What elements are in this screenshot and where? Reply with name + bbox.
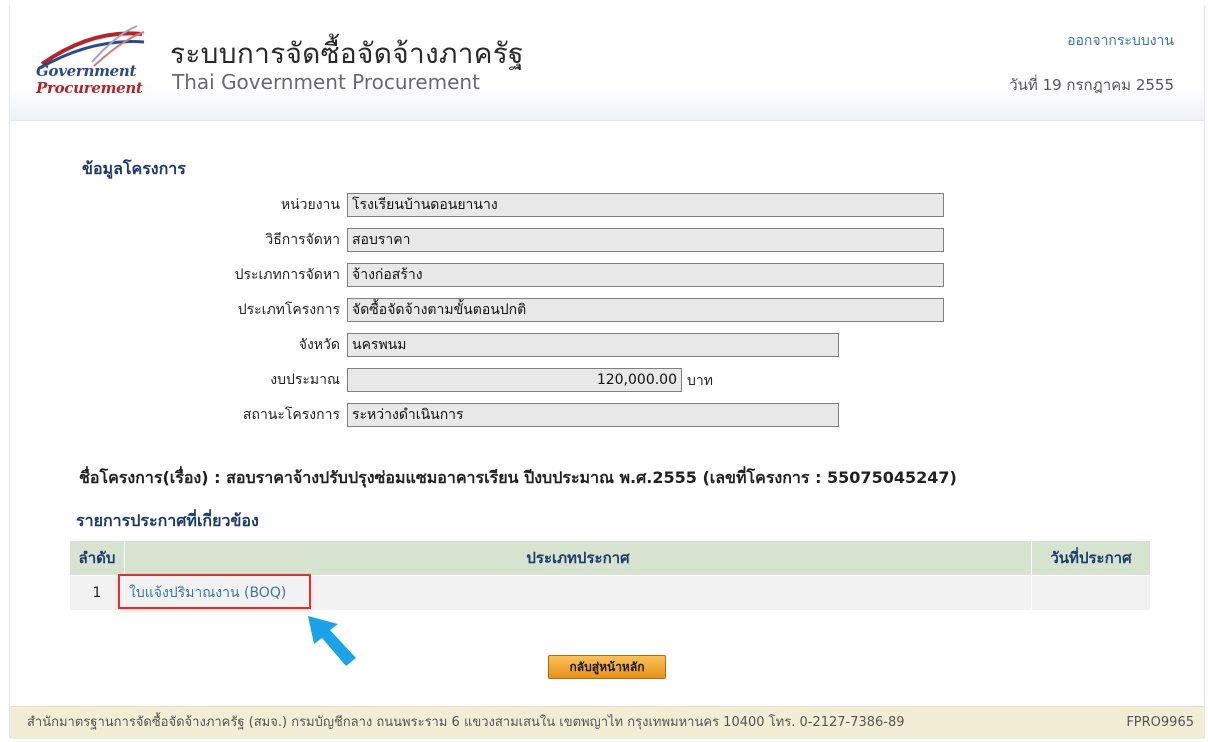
form-row-agency: หน่วยงาน	[10, 193, 340, 217]
column-header-date: วันที่ประกาศ	[1031, 540, 1151, 576]
field-label: ประเภทการจัดหา	[234, 267, 340, 283]
footer-address: สำนักมาตรฐานการจัดซื้อจัดจ้างภาครัฐ (สมจ…	[27, 715, 905, 730]
procurement-type-field: จ้างก่อสร้าง	[347, 263, 944, 287]
budget-unit: บาท	[687, 373, 713, 389]
budget-field: 120,000.00	[347, 368, 682, 392]
province-field: นครพนม	[347, 333, 839, 357]
field-label: สถานะโครงการ	[242, 407, 340, 423]
field-label: หน่วยงาน	[280, 197, 340, 213]
column-header-type: ประเภทประกาศ	[124, 540, 1032, 576]
back-to-home-button[interactable]: กลับสู่หน้าหลัก	[548, 655, 666, 679]
pointer-arrow-icon	[308, 616, 356, 666]
header: Government Procurement ระบบการจัดซื้อจัด…	[10, 6, 1204, 121]
field-label: งบประมาณ	[270, 372, 340, 388]
column-header-index: ลำดับ	[69, 540, 125, 576]
field-label: จังหวัด	[298, 337, 340, 353]
field-label: ประเภทโครงการ	[237, 302, 340, 318]
project-status-field: ระหว่างดำเนินการ	[347, 403, 839, 427]
form-row-province: จังหวัด	[10, 333, 340, 357]
form-row-budget: งบประมาณ	[10, 368, 340, 392]
row-date	[1031, 575, 1151, 611]
form-row-status: สถานะโครงการ	[10, 403, 340, 427]
logo-text-government: Government	[36, 62, 137, 80]
field-label: วิธีการจัดหา	[265, 232, 340, 248]
agency-field: โรงเรียนบ้านดอนยานาง	[347, 193, 944, 217]
current-date: วันที่ 19 กรกฎาคม 2555	[1009, 76, 1174, 94]
form-row-method: วิธีการจัดหา	[10, 228, 340, 252]
page-code: FPRO9965	[1126, 715, 1194, 730]
form-row-procurement-type: ประเภทการจัดหา	[10, 263, 340, 287]
footer: สำนักมาตรฐานการจัดซื้อจัดจ้างภาครัฐ (สมจ…	[10, 706, 1204, 739]
logout-link[interactable]: ออกจากระบบงาน	[1067, 30, 1174, 52]
procurement-method-field: สอบราคา	[347, 228, 944, 252]
section-title-announcements: รายการประกาศที่เกี่ยวข้อง	[76, 511, 259, 530]
logo-text-procurement: Procurement	[36, 79, 143, 97]
highlight-box	[118, 574, 311, 609]
page-frame: Government Procurement ระบบการจัดซื้อจัด…	[9, 6, 1205, 739]
gprocurement-logo: Government Procurement	[32, 24, 162, 104]
section-title-project-info: ข้อมูลโครงการ	[82, 159, 186, 178]
table-header-row: ลำดับ ประเภทประกาศ วันที่ประกาศ	[69, 540, 1151, 576]
project-name-line: ชื่อโครงการ(เรื่อง) : สอบราคาจ้างปรับปรุ…	[79, 468, 957, 487]
row-index: 1	[69, 575, 125, 611]
system-title-english: Thai Government Procurement	[172, 70, 480, 94]
form-row-project-type: ประเภทโครงการ	[10, 298, 340, 322]
project-type-field: จัดซื้อจัดจ้างตามขั้นตอนปกติ	[347, 298, 944, 322]
